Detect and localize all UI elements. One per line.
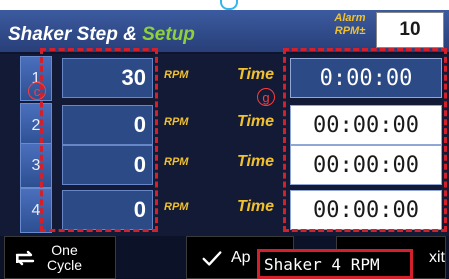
- exit-label: xit: [429, 248, 445, 266]
- rpm-unit-label: RPM: [164, 69, 189, 81]
- marker-c: c: [28, 82, 46, 100]
- page-title: Shaker Step & Setup: [8, 24, 195, 46]
- pull-tab[interactable]: [220, 0, 238, 10]
- rpm-input[interactable]: 0: [62, 190, 153, 230]
- step-row-4: 4 0 RPM Time 00:00:00: [0, 188, 449, 233]
- alarm-rpm-label: Alarm RPM±: [322, 12, 378, 38]
- marker-g: g: [257, 88, 275, 106]
- rpm-unit-label: RPM: [164, 156, 189, 168]
- title-amp: &: [123, 24, 137, 45]
- rpm-input[interactable]: 0: [62, 145, 153, 185]
- step-number-button[interactable]: 4: [20, 188, 52, 233]
- title-main: Shaker Step: [8, 24, 118, 45]
- step-number-button[interactable]: 3: [20, 143, 52, 188]
- time-label: Time: [237, 113, 275, 130]
- cycle-icon: [15, 250, 35, 265]
- rpm-unit-label: RPM: [164, 116, 189, 128]
- time-label: Time: [237, 66, 275, 83]
- rpm-input[interactable]: 0: [62, 105, 153, 145]
- time-label: Time: [237, 198, 275, 215]
- alarm-label-line1: Alarm: [334, 12, 366, 24]
- time-input[interactable]: 0:00:00: [290, 58, 442, 98]
- one-cycle-line2: Cycle: [47, 256, 83, 273]
- tooltip: Shaker 4 RPM: [257, 249, 413, 279]
- rpm-unit-label: RPM: [164, 201, 189, 213]
- one-cycle-button[interactable]: One Cycle: [4, 236, 116, 279]
- time-input[interactable]: 00:00:00: [290, 145, 442, 185]
- check-icon: [202, 250, 222, 266]
- time-input[interactable]: 00:00:00: [290, 190, 442, 230]
- one-cycle-label: One Cycle: [47, 241, 83, 273]
- apply-label: Ap: [231, 248, 251, 266]
- step-row-2: 2 0 RPM Time 00:00:00: [0, 103, 449, 148]
- rpm-input[interactable]: 30: [62, 58, 153, 98]
- alarm-rpm-input[interactable]: 10: [376, 12, 444, 48]
- one-cycle-line1: One: [51, 241, 78, 258]
- step-number-button[interactable]: 2: [20, 103, 52, 148]
- alarm-label-line2: RPM±: [334, 25, 366, 37]
- step-row-3: 3 0 RPM Time 00:00:00: [0, 143, 449, 188]
- title-setup: Setup: [142, 24, 195, 45]
- step-row-1: 1 30 RPM Time 0:00:00: [0, 56, 449, 101]
- time-label: Time: [237, 153, 275, 170]
- time-input[interactable]: 00:00:00: [290, 105, 442, 145]
